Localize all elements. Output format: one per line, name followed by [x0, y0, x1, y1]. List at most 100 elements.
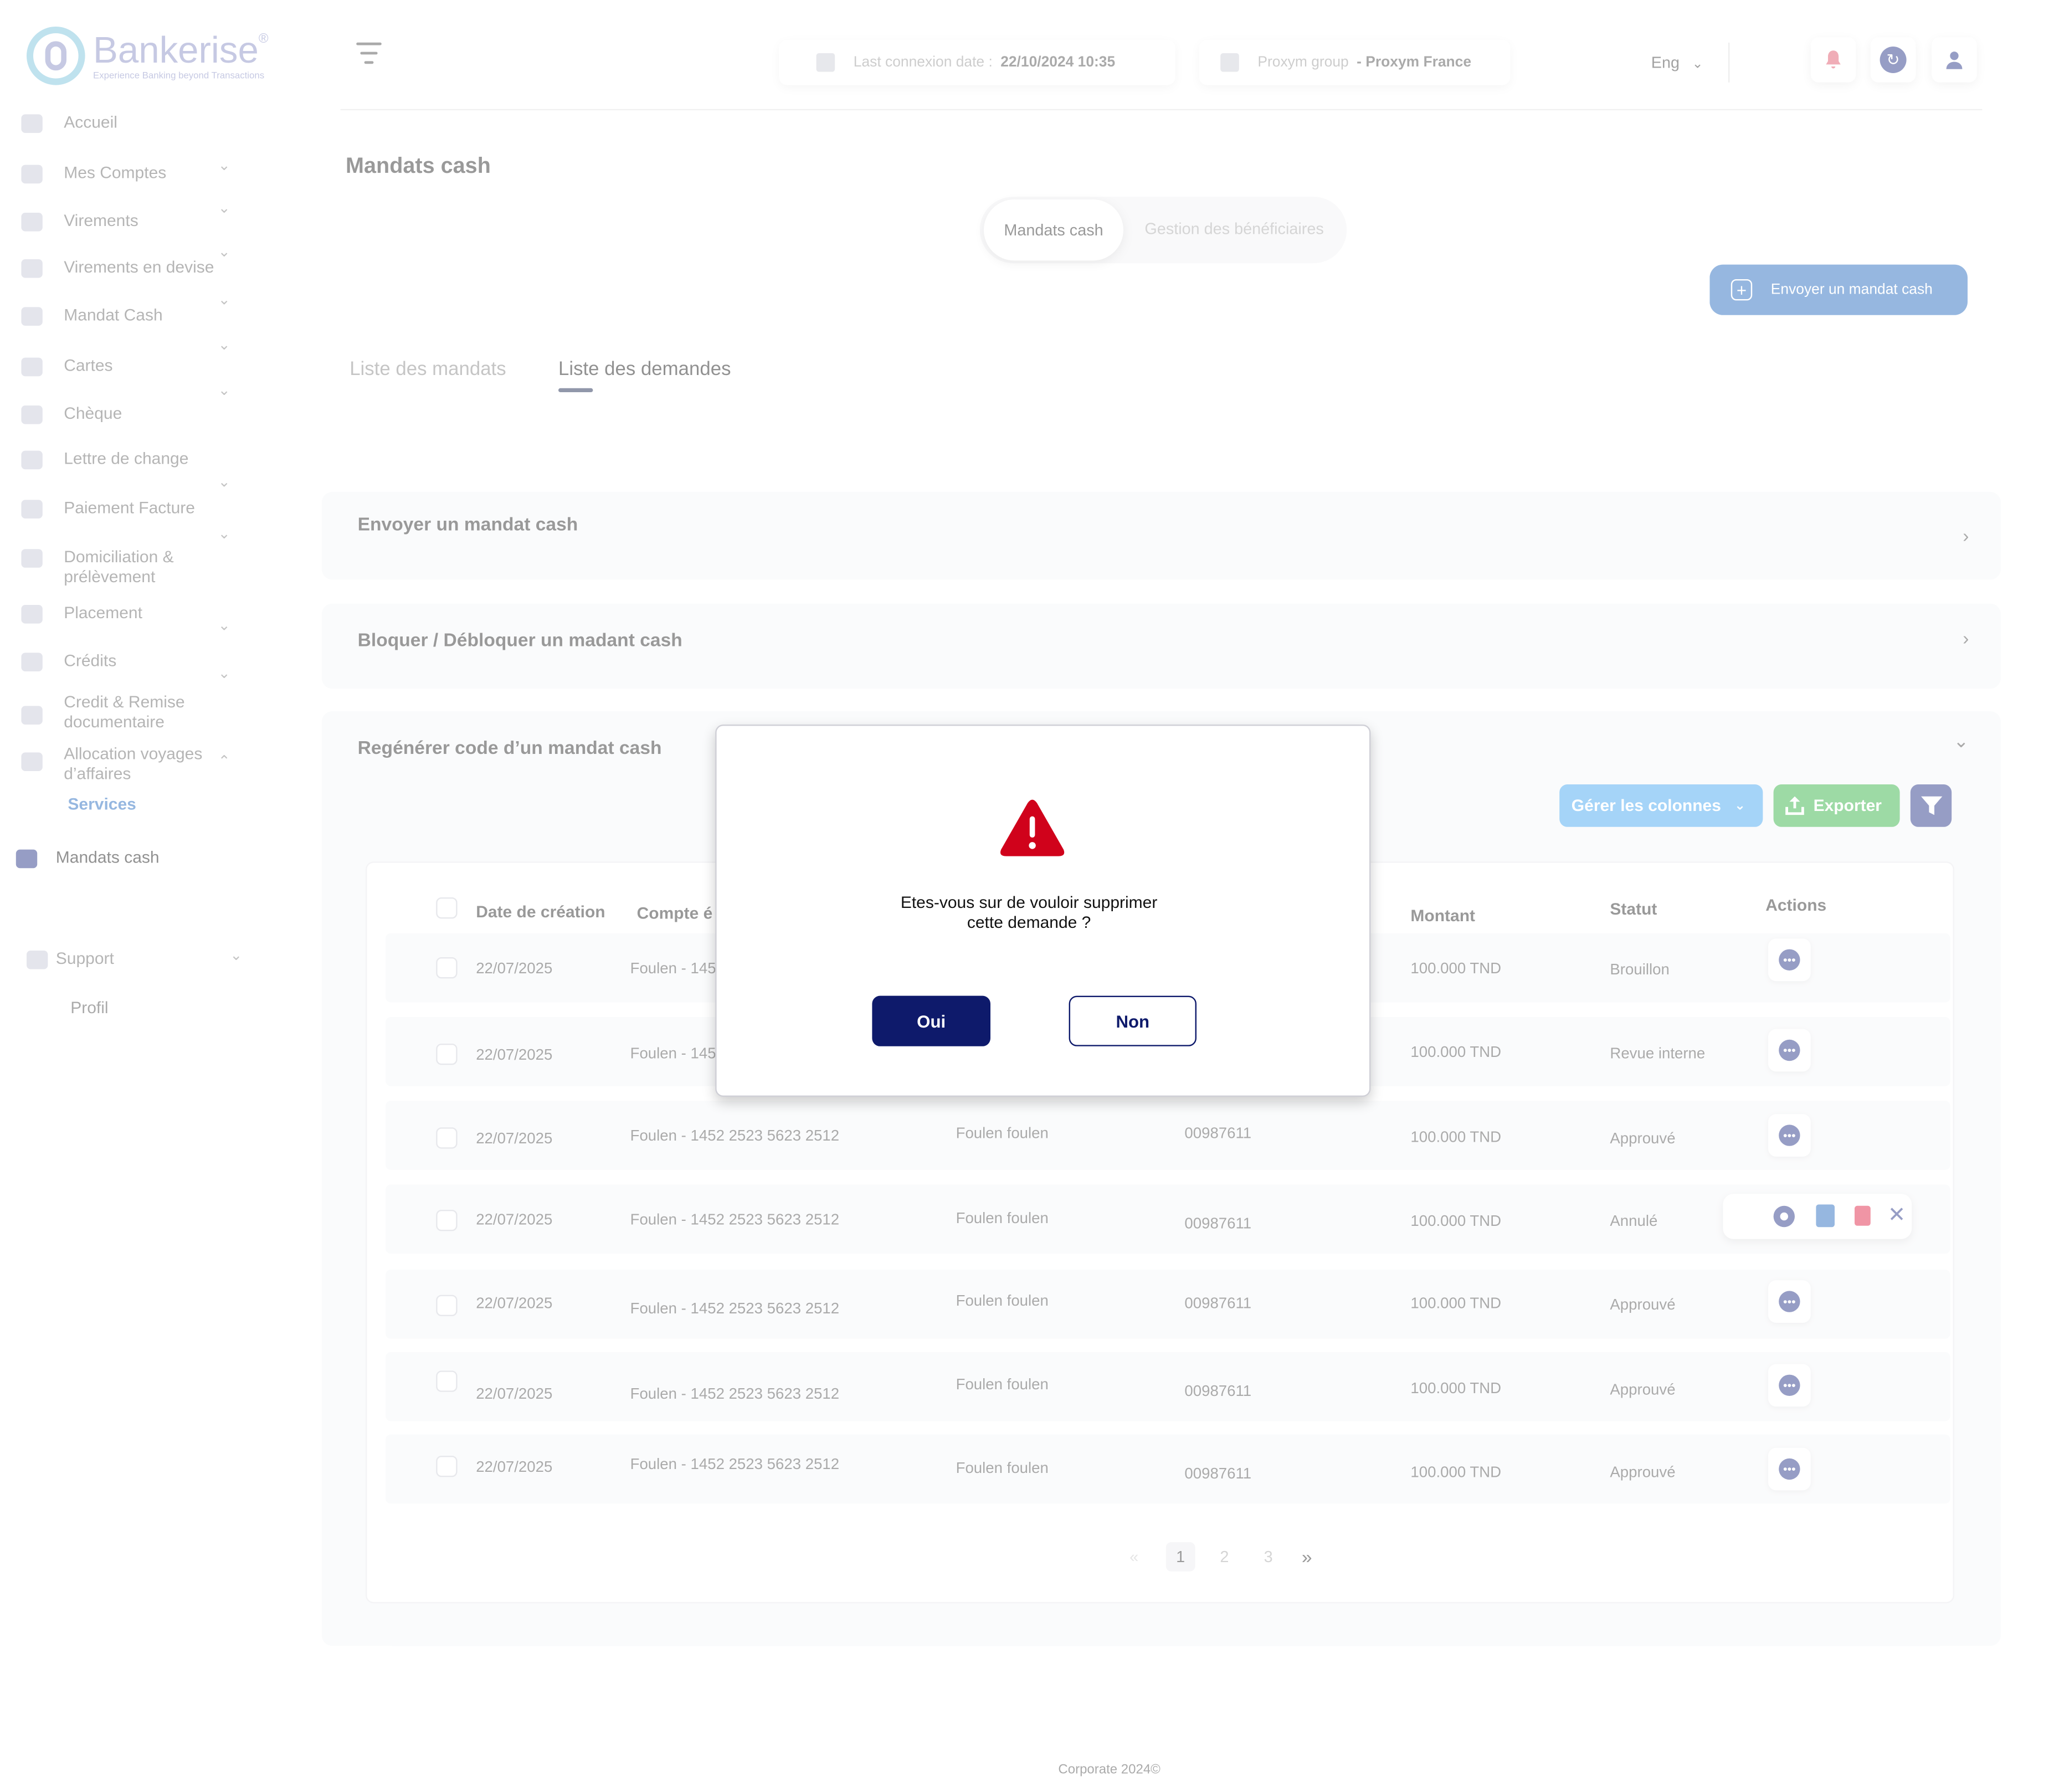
chevron-down-icon[interactable]: ⌄	[218, 291, 230, 309]
chevron-down-icon[interactable]: ⌄	[230, 947, 242, 964]
user-avatar-icon[interactable]	[1932, 37, 1977, 83]
chevron-down-icon[interactable]: ⌄	[218, 525, 230, 542]
sidebar-item-support[interactable]: Support	[27, 949, 114, 969]
group-card[interactable]: Proxym group - Proxym France	[1199, 40, 1511, 85]
accordion-title[interactable]: Regénérer code d’un mandat cash	[358, 737, 662, 758]
row-actions-button[interactable]: •••	[1768, 1029, 1811, 1072]
chevron-down-icon[interactable]: ⌄	[218, 243, 230, 261]
send-mandat-button[interactable]: + Envoyer un mandat cash	[1709, 264, 1968, 315]
pagination-next[interactable]: »	[1292, 1542, 1322, 1572]
confirm-yes-button[interactable]: Oui	[872, 995, 991, 1046]
sidebar-item-allocation[interactable]: Allocation voyages d’affaires	[21, 744, 202, 784]
mail-icon	[16, 849, 38, 869]
regenerate-document-icon[interactable]	[1816, 1204, 1835, 1228]
cell-date: 22/07/2025	[476, 1387, 553, 1403]
chevron-down-icon[interactable]: ⌄	[218, 157, 230, 174]
manage-columns-label: Gérer les colonnes	[1571, 796, 1721, 815]
close-icon[interactable]: ✕	[1888, 1202, 1906, 1229]
sidebar-item-mandats-cash-active[interactable]: Mandats cash	[16, 848, 160, 869]
cell-montant: 100.000 TND	[1410, 1296, 1502, 1312]
sidebar-item-paiement-facture[interactable]: Paiement Facture	[21, 499, 195, 519]
sidebar-item-cheque[interactable]: Chèque	[21, 404, 122, 424]
select-all-checkbox[interactable]	[436, 897, 458, 919]
last-connexion-value: 22/10/2024 10:35	[1000, 54, 1116, 71]
chevron-down-icon[interactable]: ⌄	[1953, 730, 1969, 753]
home-icon	[21, 114, 43, 133]
language-selector[interactable]: Eng ⌄	[1651, 53, 1703, 72]
cell-statut: Approuvé	[1610, 1465, 1676, 1481]
sidebar-item-profil[interactable]: Profil	[70, 998, 108, 1017]
row-checkbox[interactable]	[436, 957, 458, 979]
brand-logo[interactable]: Bankerise® Experience Banking beyond Tra…	[27, 27, 269, 85]
row-actions-button[interactable]: •••	[1768, 1447, 1811, 1491]
sidebar-sub-services[interactable]: Services	[68, 795, 136, 814]
last-connexion-label: Last connexion date :	[853, 54, 993, 71]
cell-montant: 100.000 TND	[1410, 961, 1502, 978]
tab-liste-mandats[interactable]: Liste des mandats	[350, 359, 506, 380]
sidebar-item-label: Lettre de change	[64, 449, 189, 468]
export-button[interactable]: Exporter	[1773, 784, 1900, 827]
currency-icon	[21, 259, 43, 278]
row-actions-button[interactable]: •••	[1768, 1280, 1811, 1323]
header-actions: Actions	[1765, 896, 1827, 915]
menu-toggle-icon[interactable]	[356, 42, 382, 70]
sidebar-item-virements-devise[interactable]: Virements en devise	[21, 258, 214, 278]
sidebar-item-credit-remise[interactable]: Credit & Remise documentaire	[21, 692, 185, 732]
row-checkbox[interactable]	[436, 1370, 458, 1392]
sidebar-item-accueil[interactable]: Accueil	[21, 113, 117, 133]
segment-gestion-beneficiaires[interactable]: Gestion des bénéficiaires	[1144, 219, 1323, 238]
row-checkbox[interactable]	[436, 1210, 458, 1231]
sidebar-item-lettre-change[interactable]: Lettre de change	[21, 449, 189, 470]
chevron-right-icon: ›	[1963, 627, 1969, 649]
row-actions-button[interactable]: •••	[1768, 938, 1811, 982]
header-date[interactable]: Date de création	[476, 903, 605, 922]
notification-bell-icon[interactable]	[1810, 37, 1856, 83]
segment-mandats-cash[interactable]: Mandats cash	[984, 199, 1124, 261]
sidebar-item-placement[interactable]: Placement	[21, 604, 142, 624]
pagination-prev[interactable]: «	[1120, 1542, 1149, 1572]
pagination-page-1[interactable]: 1	[1165, 1542, 1195, 1572]
confirm-no-button[interactable]: Non	[1069, 995, 1197, 1046]
chevron-down-icon[interactable]: ⌄	[218, 199, 230, 217]
header-statut[interactable]: Statut	[1610, 900, 1657, 919]
chevron-up-icon[interactable]: ⌃	[218, 752, 230, 770]
header-compte[interactable]: Compte é	[637, 904, 713, 923]
sidebar-item-credits[interactable]: Crédits	[21, 651, 116, 671]
sidebar-item-mandat-cash[interactable]: Mandat Cash	[21, 306, 163, 326]
cell-beneficiaire: Foulen foulen	[956, 1377, 1049, 1394]
group-value: - Proxym France	[1357, 54, 1472, 71]
chevron-down-icon[interactable]: ⌄	[218, 336, 230, 354]
cell-statut: Brouillon	[1610, 962, 1670, 979]
chevron-down-icon[interactable]: ⌄	[218, 665, 230, 682]
filter-button[interactable]	[1910, 784, 1952, 827]
chevron-down-icon[interactable]: ⌄	[218, 617, 230, 634]
tab-liste-demandes[interactable]: Liste des demandes	[558, 359, 731, 380]
manage-columns-button[interactable]: Gérer les colonnes ⌄	[1559, 784, 1763, 827]
chevron-down-icon[interactable]: ⌄	[218, 382, 230, 399]
row-checkbox[interactable]	[436, 1295, 458, 1316]
delete-icon[interactable]	[1855, 1205, 1871, 1226]
sidebar-item-domiciliation[interactable]: Domiciliation & prélèvement	[21, 548, 174, 588]
row-checkbox[interactable]	[436, 1456, 458, 1477]
accordion-envoyer[interactable]: Envoyer un mandat cash ›	[321, 492, 2001, 580]
sidebar-item-cartes[interactable]: Cartes	[21, 356, 113, 377]
pagination-page-3[interactable]: 3	[1254, 1542, 1283, 1572]
chevron-down-icon[interactable]: ⌄	[218, 473, 230, 491]
cell-date: 22/07/2025	[476, 1048, 553, 1064]
sync-icon[interactable]: ↻	[1870, 37, 1916, 83]
cell-date: 22/07/2025	[476, 1212, 553, 1229]
view-icon[interactable]	[1773, 1205, 1795, 1228]
more-icon: •••	[1779, 1125, 1800, 1146]
accordion-bloquer[interactable]: Bloquer / Débloquer un madant cash ›	[321, 603, 2001, 689]
row-checkbox[interactable]	[436, 1127, 458, 1149]
sidebar-item-mes-comptes[interactable]: Mes Comptes	[21, 163, 167, 184]
sidebar-item-virements[interactable]: Virements	[21, 212, 138, 232]
header-divider	[1728, 42, 1730, 83]
sidebar-item-label: Mes Comptes	[64, 163, 167, 182]
header-montant[interactable]: Montant	[1410, 907, 1475, 926]
table-row	[386, 1101, 1950, 1170]
row-actions-button[interactable]: •••	[1768, 1114, 1811, 1157]
pagination-page-2[interactable]: 2	[1210, 1542, 1239, 1572]
row-actions-button[interactable]: •••	[1768, 1364, 1811, 1407]
row-checkbox[interactable]	[436, 1044, 458, 1065]
